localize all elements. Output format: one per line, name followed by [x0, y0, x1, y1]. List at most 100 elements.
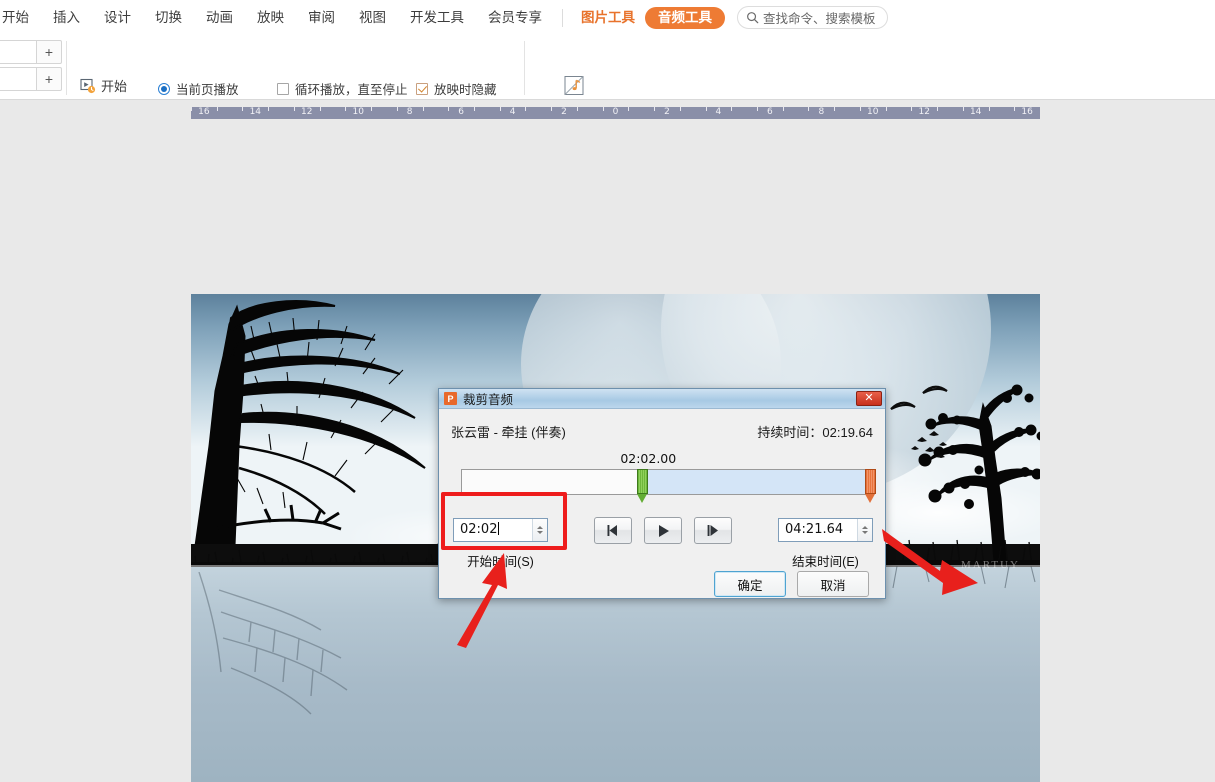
start-time-input[interactable]: 02:02 — [453, 518, 548, 542]
ribbon-divider-2 — [524, 41, 525, 95]
stepper-field-2[interactable] — [0, 67, 36, 91]
tab-audio-tools[interactable]: 音频工具 — [645, 6, 725, 29]
spinner-up-icon — [862, 526, 868, 529]
duration-label: 持续时间：02:19.64 — [757, 425, 873, 440]
ribbon-toolbar: + + 开始 当前页播放 循环播放，直至停止 放映时隐藏 — [0, 35, 1215, 143]
search-placeholder-text: 查找命令、搜索模板 — [763, 12, 876, 26]
ruler-number: 4 — [715, 107, 722, 117]
trim-start-handle-body — [636, 469, 648, 494]
end-time-input[interactable]: 04:21.64 — [778, 518, 873, 542]
spinner-down-icon — [862, 531, 868, 534]
trim-start-handle[interactable] — [636, 469, 648, 503]
track-name-label: 张云雷 - 牵挂 (伴奏) — [451, 425, 566, 440]
ruler-tick — [808, 107, 810, 111]
ruler-tick — [525, 107, 527, 111]
ruler-tick — [628, 107, 630, 111]
trim-slider-caption: 02:02.00 — [620, 451, 677, 466]
play-button[interactable] — [644, 517, 682, 544]
end-time-label: 结束时间(E) — [792, 555, 859, 569]
ruler-tick — [705, 107, 707, 111]
trim-start-handle-tip — [636, 494, 647, 503]
menu-item-animation[interactable]: 动画 — [194, 0, 245, 35]
ruler-number: 6 — [458, 107, 464, 117]
trim-end-handle-body — [864, 469, 876, 494]
menu-bar: 开始 插入 设计 切换 动画 放映 审阅 视图 开发工具 会员专享 图片工具 音… — [0, 0, 1215, 35]
ribbon-divider-1 — [66, 41, 67, 95]
prev-frame-button[interactable] — [594, 517, 632, 544]
checkbox-label-loop: 循环播放，直至停止 — [295, 83, 408, 97]
search-input[interactable]: 查找命令、搜索模板 — [737, 6, 888, 29]
checkbox-label-hide: 放映时隐藏 — [434, 83, 497, 97]
audio-start-icon — [80, 78, 96, 94]
ruler-number: 6 — [766, 107, 773, 117]
ruler-tick — [474, 107, 475, 111]
dialog-title-bar[interactable]: P 裁剪音频 ✕ — [439, 389, 885, 409]
menu-item-insert[interactable]: 插入 — [41, 0, 92, 35]
menu-item-transition[interactable]: 切换 — [143, 0, 194, 35]
text-caret — [498, 522, 500, 535]
ruler-tick — [396, 107, 398, 111]
checkbox-hide-during-show[interactable]: 放映时隐藏 — [416, 79, 497, 98]
ruler-tick — [576, 107, 578, 111]
stepper-plus-2[interactable]: + — [36, 67, 62, 91]
ruler-number: 12 — [301, 107, 313, 117]
ruler-tick — [679, 107, 681, 111]
play-icon — [658, 524, 669, 537]
dialog-title-text: 裁剪音频 — [463, 393, 514, 407]
menu-item-design[interactable]: 设计 — [92, 0, 143, 35]
ruler-number: 12 — [918, 107, 930, 117]
checkbox-indicator-hide — [416, 82, 428, 95]
ruler-tick — [293, 107, 295, 111]
next-frame-button[interactable] — [694, 517, 732, 544]
ruler-number: 10 — [352, 107, 364, 117]
menu-item-view[interactable]: 视图 — [347, 0, 398, 35]
ruler-number: 2 — [561, 107, 567, 117]
stepper-row-2[interactable]: + — [0, 67, 62, 91]
music-note-icon — [540, 74, 608, 103]
ruler-tick — [654, 107, 656, 111]
ruler-tick — [782, 107, 784, 111]
close-icon[interactable]: ✕ — [856, 391, 882, 406]
ruler-tick — [911, 107, 913, 111]
birds-silhouette — [890, 385, 948, 458]
end-time-value[interactable]: 04:21.64 — [779, 519, 857, 541]
menu-item-slideshow[interactable]: 放映 — [245, 0, 296, 35]
ruler-tick — [319, 107, 321, 111]
trim-end-handle[interactable] — [864, 469, 876, 503]
menu-item-start[interactable]: 开始 — [0, 0, 41, 35]
ok-button[interactable]: 确定 — [714, 571, 786, 597]
start-time-text: 02:02 — [460, 522, 498, 537]
ruler-number: 14 — [249, 107, 262, 117]
checkbox-loop-until-stopped[interactable]: 循环播放，直至停止 — [277, 79, 408, 98]
horizontal-ruler[interactable]: 16 14 12 10 8 6 4 2 0 2 4 6 8 10 12 14 16 — [191, 107, 1040, 119]
ruler-number: 16 — [1021, 107, 1033, 117]
ruler-tick — [988, 107, 990, 111]
stepper-row-1[interactable]: + — [0, 40, 62, 64]
ruler-tick — [268, 107, 270, 111]
menu-item-developer[interactable]: 开发工具 — [398, 0, 476, 35]
start-time-spinner[interactable] — [532, 519, 547, 541]
start-time-value[interactable]: 02:02 — [454, 519, 532, 541]
trim-slider[interactable]: 02:02.00 — [461, 451, 876, 503]
search-icon — [746, 11, 759, 24]
cancel-button[interactable]: 取消 — [797, 571, 869, 597]
menu-item-member[interactable]: 会员专享 — [476, 0, 554, 35]
image-watermark: MARTUY — [960, 559, 1020, 571]
ruler-tick — [885, 107, 887, 111]
dialog-body: 张云雷 - 牵挂 (伴奏) 持续时间：02:19.64 02:02.00 02:… — [439, 409, 885, 599]
menu-item-review[interactable]: 审阅 — [296, 0, 347, 35]
stepper-field-1[interactable] — [0, 40, 36, 64]
radio-play-current-page[interactable]: 当前页播放 — [158, 79, 239, 98]
audio-start-button[interactable]: 开始 — [80, 76, 127, 95]
ruler-tick — [859, 107, 861, 111]
tab-picture-tools[interactable]: 图片工具 — [571, 0, 645, 35]
volume-steppers: + + — [0, 40, 62, 94]
trim-audio-dialog[interactable]: P 裁剪音频 ✕ 张云雷 - 牵挂 (伴奏) 持续时间：02:19.64 02:… — [438, 388, 886, 599]
ruler-tick — [422, 107, 424, 111]
stepper-plus-1[interactable]: + — [36, 40, 62, 64]
ruler-number: 8 — [818, 107, 825, 117]
spinner-down-icon — [537, 531, 543, 534]
end-time-spinner[interactable] — [857, 519, 872, 541]
audio-start-label: 开始 — [101, 79, 128, 94]
ruler-tick — [937, 107, 939, 111]
